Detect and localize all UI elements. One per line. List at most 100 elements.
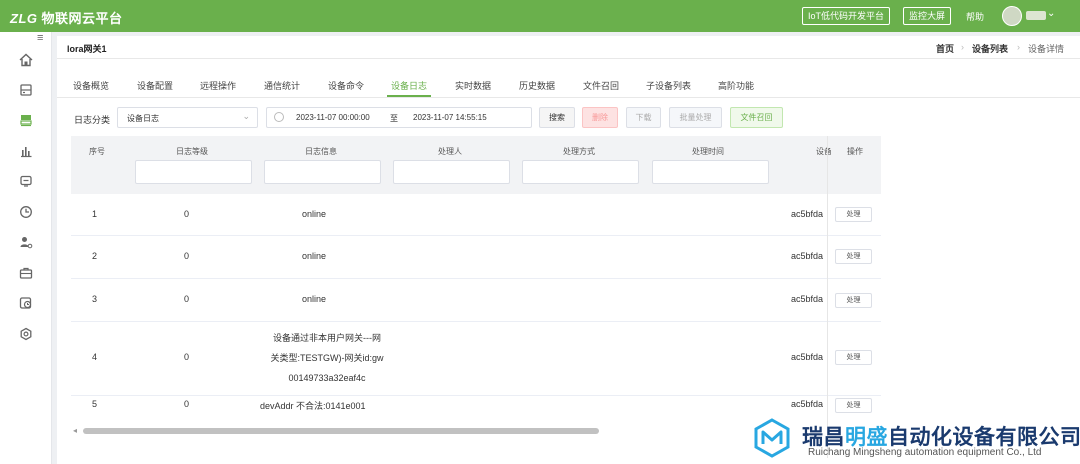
table-header: 序号 日志等级 日志信息 处理人 处理方式 处理时间 设备 操作	[71, 136, 881, 194]
scrollbar-thumb[interactable]	[83, 428, 599, 434]
briefcase-icon[interactable]	[18, 265, 34, 281]
row-index: 4	[92, 352, 98, 362]
content-panel: lora网关1 首页 › 设备列表 › 设备详情 设备概览 设备配置 远程操作 …	[57, 36, 1080, 464]
breadcrumb-device-list[interactable]: 设备列表	[972, 42, 1008, 55]
history-icon[interactable]	[18, 295, 34, 311]
gear-icon[interactable]	[18, 326, 34, 342]
scroll-left-icon[interactable]: ◂	[73, 426, 77, 435]
sidebar: ≡	[0, 32, 52, 464]
col-level: 日志等级	[176, 147, 208, 156]
log-category-label: 日志分类	[74, 115, 111, 125]
top-header: ZLG 物联网云平台 IoT低代码开发平台 监控大屏 帮助 ⌄	[0, 0, 1080, 32]
monitor-screen-button[interactable]: 监控大屏	[903, 7, 952, 25]
title-bar: lora网关1 首页 › 设备列表 › 设备详情	[57, 36, 1080, 59]
end-datetime[interactable]: 2023-11-07 14:55:15	[413, 113, 487, 122]
tab-config[interactable]: 设备配置	[137, 79, 173, 92]
date-range-picker[interactable]: 2023-11-07 00:00:00 至 2023-11-07 14:55:1…	[266, 107, 532, 128]
col-time: 处理时间	[692, 147, 724, 156]
tab-realtime-data[interactable]: 实时数据	[455, 79, 491, 92]
tab-history-data[interactable]: 历史数据	[519, 79, 555, 92]
tab-advanced[interactable]: 高阶功能	[718, 79, 754, 92]
handler-filter-input[interactable]	[393, 160, 510, 184]
row-index: 5	[92, 399, 98, 409]
file-recall-button[interactable]: 文件召回	[730, 107, 783, 128]
log-category-value: 设备日志	[127, 114, 159, 123]
tab-commands[interactable]: 设备命令	[328, 79, 364, 92]
process-button[interactable]: 处理	[835, 207, 872, 222]
home-icon[interactable]	[18, 52, 34, 68]
batch-process-button[interactable]: 批量处理	[669, 107, 722, 128]
breadcrumb-separator: ›	[1017, 42, 1020, 52]
row-level: 0	[184, 399, 190, 409]
row-info-line: 00149733a32eaf4c	[288, 373, 366, 383]
active-tab-indicator	[387, 95, 431, 97]
row-level: 0	[184, 209, 190, 219]
col-handler: 处理人	[438, 147, 462, 156]
range-separator: 至	[390, 114, 398, 123]
row-info: online	[302, 209, 327, 219]
clock-icon	[274, 112, 284, 122]
tab-device-log[interactable]: 设备日志	[391, 79, 427, 92]
process-button[interactable]: 处理	[835, 350, 872, 365]
username[interactable]	[1026, 11, 1046, 20]
table-row: 3 0 online ac5bfda 处理	[71, 279, 881, 322]
breadcrumb-home[interactable]: 首页	[936, 42, 954, 55]
row-level: 0	[184, 352, 190, 362]
logo[interactable]: ZLG 物联网云平台	[10, 8, 123, 27]
brand-logo: ZLG	[10, 11, 38, 26]
breadcrumb-current: 设备详情	[1028, 44, 1065, 54]
user-settings-icon[interactable]	[18, 234, 34, 250]
company-logo-icon	[754, 418, 790, 458]
filter-bar: 日志分类 设备日志 ⌄ 2023-11-07 00:00:00 至 2023-1…	[57, 106, 1080, 130]
gateway-icon[interactable]	[18, 112, 34, 128]
chevron-down-icon: ⌄	[242, 111, 250, 121]
level-filter-input[interactable]	[135, 160, 252, 184]
iot-lowcode-button[interactable]: IoT低代码开发平台	[802, 7, 891, 25]
info-filter-input[interactable]	[264, 160, 381, 184]
tab-bar: 设备概览 设备配置 远程操作 通信统计 设备命令 设备日志 实时数据 历史数据 …	[57, 74, 1080, 98]
process-button[interactable]: 处理	[835, 293, 872, 308]
delete-button[interactable]: 删除	[582, 107, 618, 128]
row-index: 3	[92, 294, 98, 304]
col-method: 处理方式	[563, 147, 595, 156]
row-info-line: 设备通过非本用户网关---网	[273, 333, 381, 343]
platform-name: 物联网云平台	[41, 11, 123, 26]
bar-chart-icon[interactable]	[18, 143, 34, 159]
page-title: lora网关1	[67, 44, 107, 54]
hamburger-icon[interactable]: ≡	[37, 32, 43, 44]
device-icon[interactable]	[18, 82, 34, 98]
message-icon[interactable]	[18, 173, 34, 189]
search-button[interactable]: 搜索	[539, 107, 575, 128]
tab-file-recall[interactable]: 文件召回	[583, 79, 619, 92]
company-name-part: 自动化设备有限公司	[888, 426, 1080, 449]
company-name-part: 瑞昌	[802, 426, 845, 449]
col-info: 日志信息	[305, 147, 337, 156]
process-button[interactable]: 处理	[835, 398, 872, 413]
col-device: 设备	[816, 147, 831, 156]
row-info: online	[302, 251, 327, 261]
table-row: 2 0 online ac5bfda 处理	[71, 236, 881, 279]
company-name-highlight: 明盛	[845, 426, 888, 449]
chevron-down-icon[interactable]: ⌄	[1047, 8, 1055, 19]
download-button[interactable]: 下载	[626, 107, 661, 128]
row-index: 2	[92, 251, 98, 261]
tab-overview[interactable]: 设备概览	[73, 79, 109, 92]
method-filter-input[interactable]	[522, 160, 639, 184]
company-english-name: Ruichang Mingsheng automation equipment …	[808, 447, 1042, 458]
row-info: devAddr 不合法:0141e001	[260, 401, 366, 411]
help-link[interactable]: 帮助	[966, 10, 984, 23]
table-row: 4 0 设备通过非本用户网关---网 关类型:TESTGW)-网关id:gw 0…	[71, 322, 881, 396]
tab-sub-devices[interactable]: 子设备列表	[646, 79, 691, 92]
log-category-select[interactable]: 设备日志 ⌄	[117, 107, 258, 128]
time-filter-input[interactable]	[652, 160, 769, 184]
start-datetime[interactable]: 2023-11-07 00:00:00	[296, 113, 370, 122]
table-row: 1 0 online ac5bfda 处理	[71, 194, 881, 236]
clock-icon[interactable]	[18, 204, 34, 220]
process-button[interactable]: 处理	[835, 249, 872, 264]
row-info: 设备通过非本用户网关---网 关类型:TESTGW)-网关id:gw 00149…	[252, 328, 402, 388]
tab-remote-ops[interactable]: 远程操作	[200, 79, 236, 92]
avatar[interactable]	[1002, 6, 1022, 26]
tab-comm-stats[interactable]: 通信统计	[264, 79, 300, 92]
row-info-line: 关类型:TESTGW)-网关id:gw	[270, 353, 384, 363]
row-level: 0	[184, 294, 190, 304]
